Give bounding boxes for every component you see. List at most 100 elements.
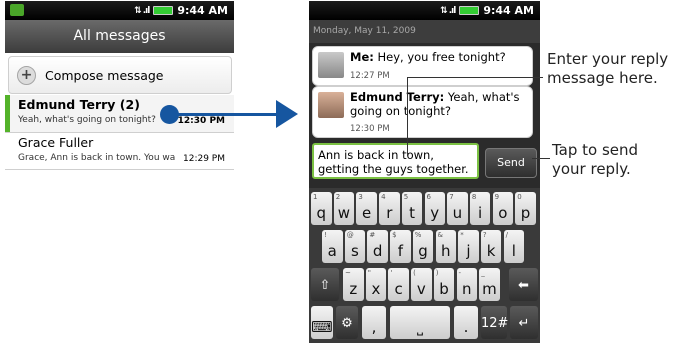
key-n[interactable]: -n (456, 268, 477, 301)
key-r[interactable]: 4r (379, 192, 400, 225)
message-bubble[interactable]: Me: Hey, you free tonight? 12:27 PM (312, 46, 533, 86)
key-l[interactable]: / l (503, 230, 525, 263)
key-x[interactable]: " x (365, 268, 387, 301)
key-label: ⇧ (319, 278, 331, 293)
period-key[interactable]: . (454, 306, 478, 339)
key-label: k (486, 242, 496, 260)
avatar (318, 92, 344, 118)
status-bar: ⇅ .ıl 9:44 AM (309, 1, 540, 20)
key-j[interactable]: * j (458, 230, 479, 263)
key-alt-label: / (505, 231, 508, 239)
reply-input[interactable]: Ann is back in town, getting the guys to… (312, 143, 479, 179)
key-label: a (327, 242, 337, 260)
key-label: ⌨ (311, 318, 333, 336)
key-label: , (371, 318, 377, 336)
key-label: y (430, 204, 440, 222)
key-b[interactable]: ) b (433, 268, 455, 301)
key-h[interactable]: & h (435, 230, 456, 263)
key-z[interactable]: ~ z (343, 268, 364, 301)
annotation-tap-send: Tap to send your reply. (552, 141, 639, 178)
key-label: . (463, 318, 469, 336)
key-alt-label: $ (392, 231, 397, 239)
thread-time: 12:29 PM (183, 154, 225, 164)
key-p[interactable]: 0p (515, 192, 536, 225)
key-a[interactable]: ! a (322, 230, 343, 263)
key-label: x (371, 280, 381, 298)
shift-key[interactable]: ⇧ (311, 268, 339, 301)
key-alt-label: ) (435, 269, 439, 277)
key-alt-label: % (414, 231, 422, 239)
annotation-leader (407, 77, 543, 78)
compose-message-button[interactable]: + Compose message (8, 56, 232, 94)
key-label: p (520, 204, 531, 222)
key-label: z (349, 280, 358, 298)
compose-label: Compose message (45, 67, 164, 83)
key-alt-label: 1 (313, 193, 318, 201)
key-w[interactable]: 2w (333, 192, 355, 225)
message-text: Edmund Terry: Yeah, what's going on toni… (350, 90, 528, 118)
backspace-key[interactable]: ⬅ (509, 268, 538, 301)
thread-snippet: Grace, Ann is back in town. You wan (18, 153, 176, 163)
key-y[interactable]: 6y (424, 192, 445, 225)
page-title: All messages (5, 20, 234, 53)
key-d[interactable]: # d (367, 230, 388, 263)
gear-icon[interactable]: ⚙ (336, 306, 358, 339)
compose-area: Ann is back in town, getting the guys to… (309, 138, 540, 186)
arrow-right-icon (276, 100, 298, 128)
key-alt-label: 4 (381, 193, 386, 201)
comma-key[interactable]: , (362, 306, 386, 339)
key-label: v (416, 280, 426, 298)
enter-key[interactable]: ↵ (510, 306, 538, 339)
conversation-date: Monday, May 11, 2009 (309, 20, 540, 43)
message-bubble[interactable]: Edmund Terry: Yeah, what's going on toni… (312, 86, 533, 138)
key-alt-label: # (369, 231, 376, 239)
thread-name: Edmund Terry (2) (18, 97, 140, 112)
key-alt-label: * (460, 231, 464, 239)
key-alt-label: 8 (471, 193, 477, 201)
key-alt-label: 2 (335, 193, 341, 201)
key-o[interactable]: 9o (492, 192, 514, 225)
key-alt-label: " (367, 269, 371, 277)
key-label: g (418, 242, 428, 260)
key-s[interactable]: @ s (344, 230, 366, 263)
key-alt-label: ! (324, 231, 327, 239)
send-button[interactable]: Send (485, 148, 537, 178)
key-k[interactable]: ? k (480, 230, 502, 263)
key-u[interactable]: 7u (447, 192, 468, 225)
key-c[interactable]: ' c (388, 268, 409, 301)
key-g[interactable]: % g (412, 230, 434, 263)
message-body: Hey, you free tonight? (373, 50, 506, 64)
key-label: e (362, 204, 372, 222)
key-label: w (337, 204, 351, 222)
symbols-key[interactable]: 12# (481, 306, 509, 339)
key-t[interactable]: 5t (401, 192, 423, 225)
message-sender: Me: (350, 50, 374, 64)
key-label: 12# (481, 316, 509, 331)
key-f[interactable]: $ f (390, 230, 411, 263)
message-sender: Edmund Terry: (350, 90, 445, 104)
conversation-screen: ⇅ .ıl 9:44 AM Monday, May 11, 2009 Me: H… (309, 1, 540, 343)
message-text: Me: Hey, you free tonight? (350, 50, 528, 65)
key-label: ⬅ (518, 278, 529, 293)
key-label: b (439, 280, 449, 298)
key-m[interactable]: _ m (479, 268, 500, 301)
key-alt-label: 9 (494, 193, 500, 201)
plus-icon: + (17, 65, 36, 85)
network-icon: ⇅ .ıl (440, 5, 456, 16)
key-i[interactable]: 8i (469, 192, 491, 225)
key-v[interactable]: (v (411, 268, 432, 301)
key-label: h (440, 242, 451, 260)
keyboard-icon[interactable]: ⌨ (311, 306, 333, 339)
thread-name: Grace Fuller (18, 135, 94, 150)
key-label: c (394, 280, 403, 298)
key-label: m (482, 280, 497, 298)
key-q[interactable]: 1q (311, 192, 332, 225)
key-label: o (498, 204, 508, 222)
thread-row[interactable]: Grace Fuller Grace, Ann is back in town.… (5, 133, 234, 170)
key-alt-label: ( (413, 269, 416, 277)
key-label: n (461, 280, 472, 298)
thread-time: 12:30 PM (177, 116, 225, 126)
key-alt-label: 3 (358, 193, 363, 201)
key-e[interactable]: 3e (356, 192, 377, 225)
space-key[interactable]: ⎵ (390, 306, 450, 339)
